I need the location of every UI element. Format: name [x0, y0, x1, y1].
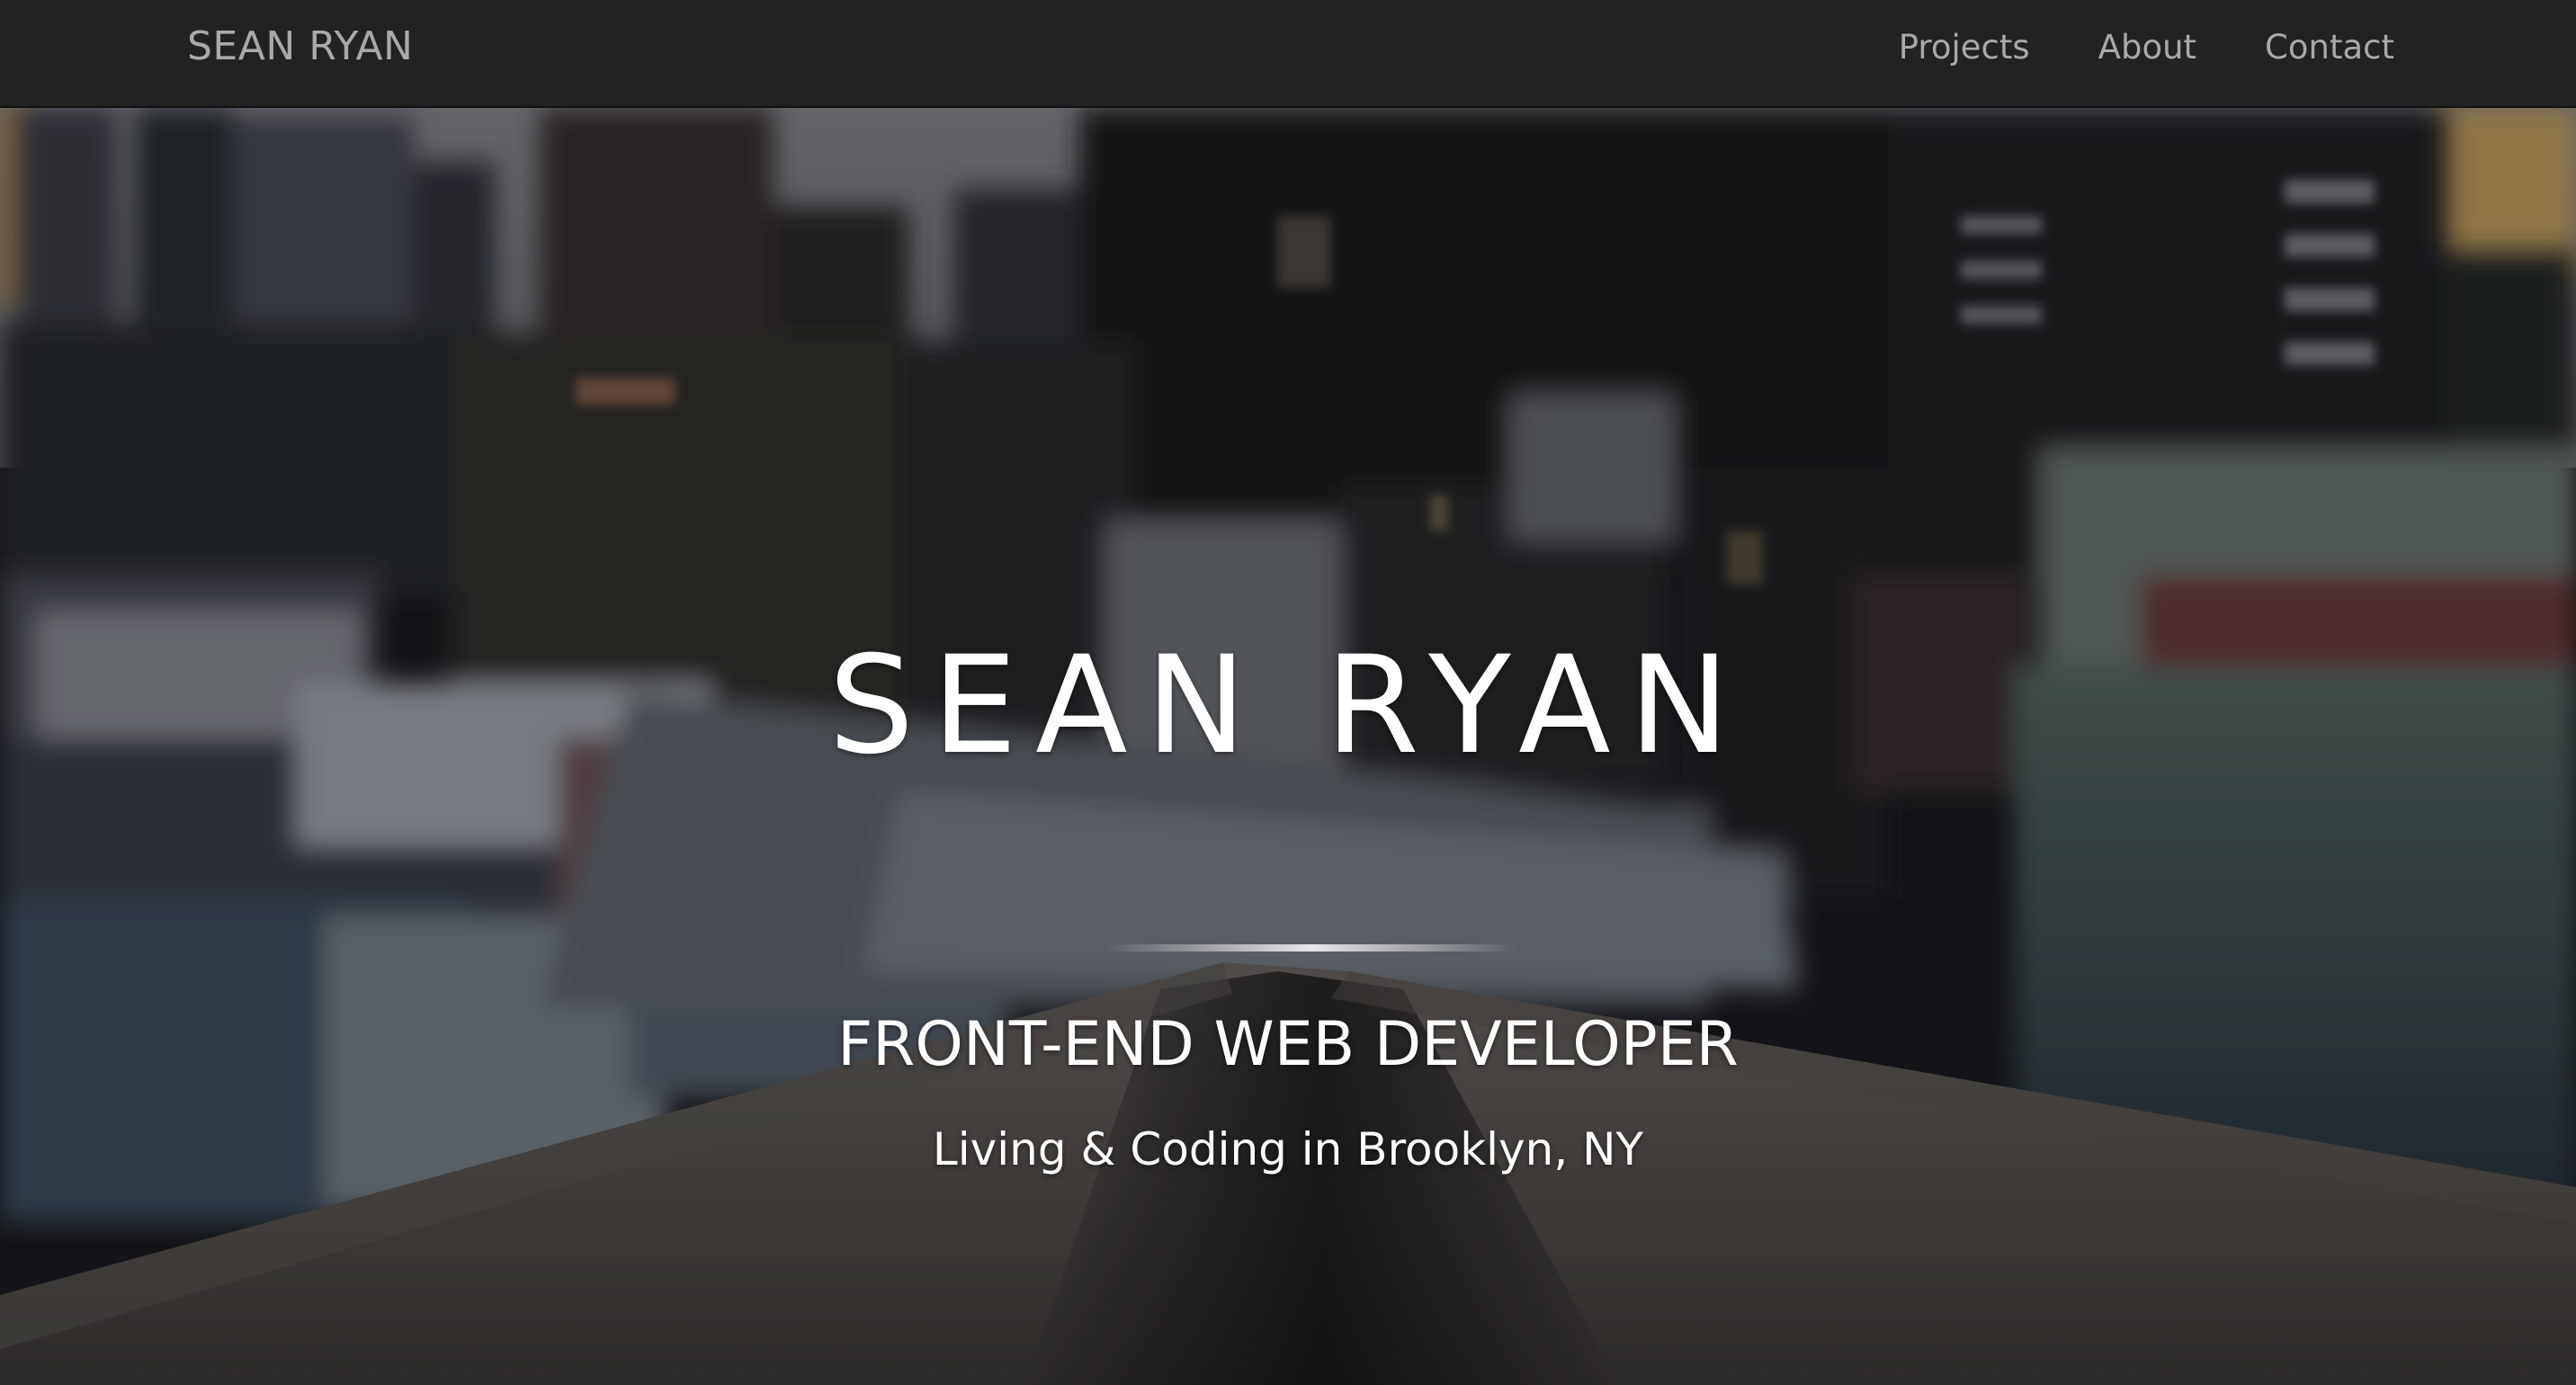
nav-links: Projects About Contact [1830, 27, 2394, 68]
hero-subtitle: FRONT-END WEB DEVELOPER [837, 1009, 1739, 1080]
nav-link-projects[interactable]: Projects [1899, 27, 2030, 68]
hero-divider [1105, 944, 1518, 952]
hero-section: SEAN RYAN FRONT-END WEB DEVELOPER Living… [0, 108, 2576, 1385]
hero-title: SEAN RYAN [828, 628, 1748, 784]
nav-link-about[interactable]: About [2098, 27, 2196, 68]
brand-link[interactable]: SEAN RYAN [187, 25, 413, 68]
nav-link-contact[interactable]: Contact [2265, 27, 2394, 68]
top-navbar: SEAN RYAN Projects About Contact [0, 0, 2576, 108]
hero-tagline: Living & Coding in Brooklyn, NY [932, 1123, 1644, 1175]
page: SEAN RYAN Projects About Contact SEAN RY… [0, 0, 2576, 1385]
